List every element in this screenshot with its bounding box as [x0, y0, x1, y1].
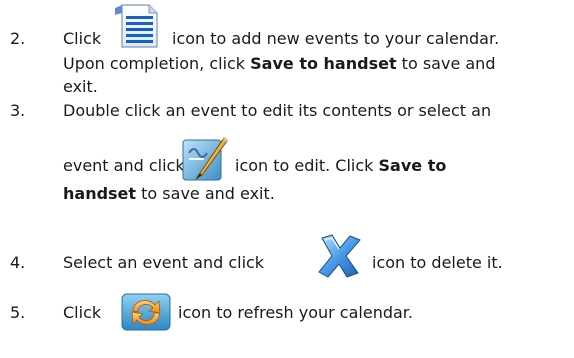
step-5-text-end: icon to refresh your calendar. [178, 303, 413, 322]
step-2-text-end: icon to add new events to your calendar. [172, 29, 500, 48]
step-3-line-1: Double click an event to edit its conten… [63, 101, 492, 120]
step-2-number: 2. [10, 29, 26, 48]
step-4-text-end: icon to delete it. [372, 253, 503, 272]
edit-pen-icon[interactable] [180, 135, 230, 183]
step-4-number: 4. [10, 253, 26, 272]
save-to-label: Save to [378, 156, 447, 175]
step-4-text-start: Select an event and click [63, 253, 265, 272]
step-3-line-3: handset to save and exit. [63, 184, 275, 203]
step-2-line-3: exit. [63, 77, 98, 96]
step-5-text-start: Click [63, 303, 102, 322]
delete-x-icon[interactable] [314, 232, 366, 280]
new-event-document-icon[interactable] [113, 2, 165, 50]
step-5-number: 5. [10, 303, 26, 322]
step-3-text-mid: icon to edit. Click Save to [235, 156, 447, 175]
refresh-icon[interactable] [121, 293, 171, 331]
handset-label: handset [63, 184, 137, 203]
step-3-number: 3. [10, 101, 26, 120]
save-to-handset-label: Save to handset [250, 54, 397, 73]
step-2-line-2: Upon completion, click Save to handset t… [63, 54, 496, 73]
step-2-text-start: Click [63, 29, 102, 48]
step-3-text-start: event and click [63, 156, 185, 175]
